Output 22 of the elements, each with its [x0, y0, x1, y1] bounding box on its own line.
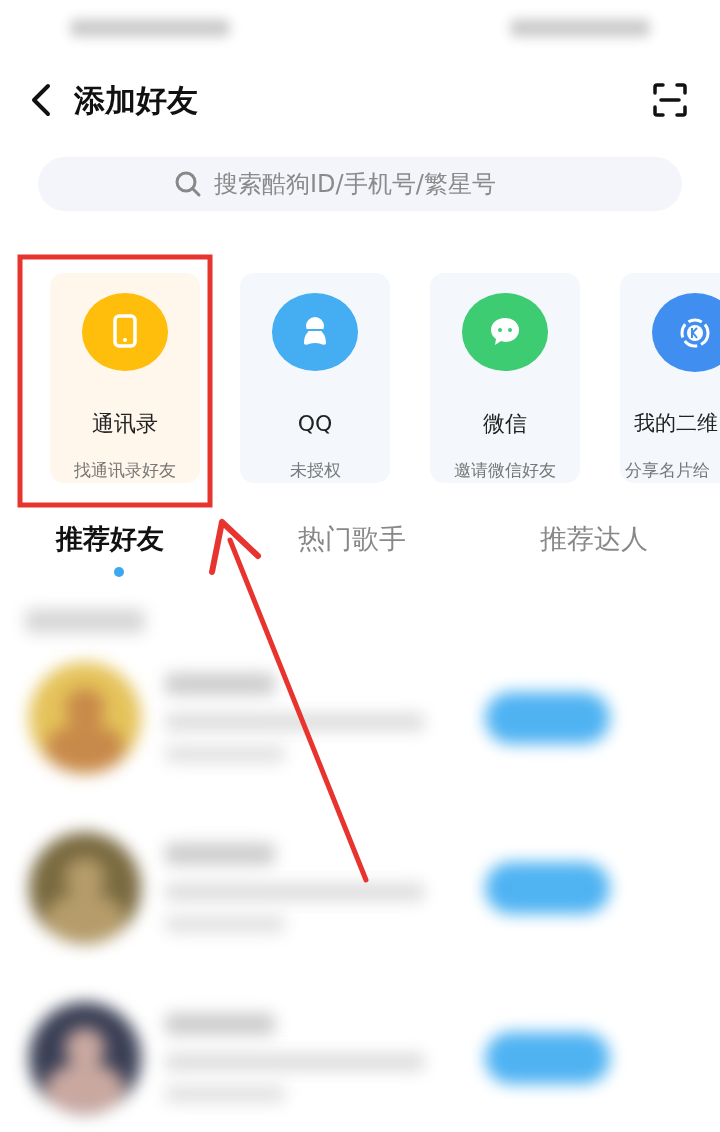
- search-input[interactable]: 搜索酷狗ID/手机号/繁星号: [38, 157, 682, 211]
- blurred-button[interactable]: [485, 1032, 610, 1084]
- contact-source-card[interactable]: QQ 未授权: [240, 273, 390, 483]
- card-title: 通讯录: [92, 409, 158, 438]
- card-subtitle: 邀请微信好友: [454, 458, 556, 482]
- card-title: 微信: [483, 409, 527, 438]
- card-title: QQ: [297, 409, 333, 438]
- blurred-button[interactable]: [485, 692, 610, 744]
- tab[interactable]: 推荐达人: [540, 509, 720, 569]
- card-title: 我的二维: [634, 410, 718, 437]
- contact-source-card[interactable]: 我的二维 分享名片给: [620, 273, 720, 483]
- blurred-button[interactable]: [485, 862, 610, 914]
- tab[interactable]: 热门歌手: [298, 509, 540, 569]
- contact-source-card[interactable]: 微信 邀请微信好友: [430, 273, 580, 483]
- contact-source-card[interactable]: 通讯录 找通讯录好友: [50, 273, 200, 483]
- tab[interactable]: 推荐好友: [56, 509, 298, 569]
- card-subtitle: 找通讯录好友: [74, 458, 176, 482]
- scan-icon[interactable]: [652, 82, 688, 118]
- card-subtitle: 未授权: [289, 458, 341, 482]
- page-title: 添加好友: [74, 80, 198, 120]
- selected-dot: [114, 567, 124, 577]
- card-subtitle: 分享名片给: [625, 458, 710, 482]
